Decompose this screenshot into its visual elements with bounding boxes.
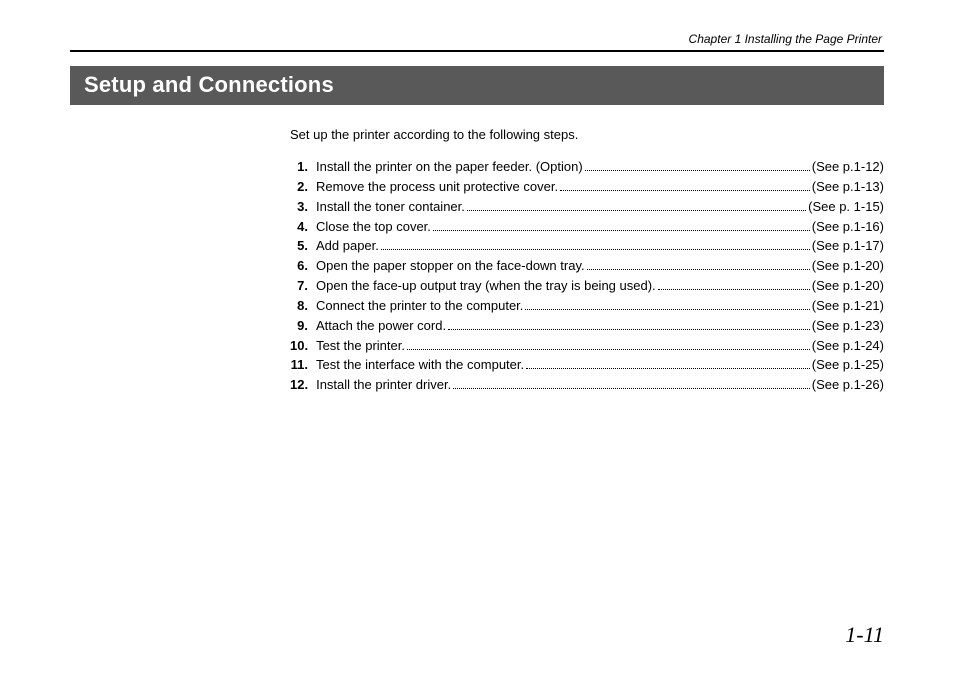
leader-dots <box>433 220 810 230</box>
step-number: 9. <box>290 317 316 336</box>
step-page-ref: (See p.1-20) <box>812 257 884 276</box>
leader-dots <box>467 200 806 210</box>
step-row: 3.Install the toner container. (See p. 1… <box>290 198 884 217</box>
step-body: Remove the process unit protective cover… <box>316 178 884 197</box>
step-text: Remove the process unit protective cover… <box>316 178 558 197</box>
step-body: Open the paper stopper on the face-down … <box>316 257 884 276</box>
step-page-ref: (See p.1-24) <box>812 337 884 356</box>
leader-dots <box>407 339 810 349</box>
step-page-ref: (See p.1-21) <box>812 297 884 316</box>
intro-text: Set up the printer according to the foll… <box>290 127 884 142</box>
step-text: Install the printer driver. <box>316 376 451 395</box>
step-page-ref: (See p.1-25) <box>812 356 884 375</box>
step-row: 7.Open the face-up output tray (when the… <box>290 277 884 296</box>
step-number: 2. <box>290 178 316 197</box>
step-number: 7. <box>290 277 316 296</box>
step-row: 9.Attach the power cord. (See p.1-23) <box>290 317 884 336</box>
step-row: 4.Close the top cover. (See p.1-16) <box>290 218 884 237</box>
step-row: 12.Install the printer driver. (See p.1-… <box>290 376 884 395</box>
step-row: 10.Test the printer. (See p.1-24) <box>290 337 884 356</box>
step-number: 11. <box>290 356 316 375</box>
step-page-ref: (See p.1-12) <box>812 158 884 177</box>
leader-dots <box>526 359 810 369</box>
step-body: Test the interface with the computer. (S… <box>316 356 884 375</box>
step-body: Attach the power cord. (See p.1-23) <box>316 317 884 336</box>
step-text: Open the paper stopper on the face-down … <box>316 257 585 276</box>
step-body: Connect the printer to the computer. (Se… <box>316 297 884 316</box>
steps-list: 1.Install the printer on the paper feede… <box>290 158 884 395</box>
leader-dots <box>587 260 810 270</box>
step-number: 6. <box>290 257 316 276</box>
document-page: Chapter 1 Installing the Page Printer Se… <box>0 0 954 395</box>
leader-dots <box>560 180 810 190</box>
step-body: Close the top cover. (See p.1-16) <box>316 218 884 237</box>
step-text: Install the toner container. <box>316 198 465 217</box>
step-text: Attach the power cord. <box>316 317 446 336</box>
step-text: Close the top cover. <box>316 218 431 237</box>
step-page-ref: (See p.1-16) <box>812 218 884 237</box>
step-number: 1. <box>290 158 316 177</box>
step-text: Open the face-up output tray (when the t… <box>316 277 656 296</box>
step-number: 5. <box>290 237 316 256</box>
step-text: Add paper. <box>316 237 379 256</box>
step-body: Open the face-up output tray (when the t… <box>316 277 884 296</box>
step-row: 11.Test the interface with the computer.… <box>290 356 884 375</box>
step-body: Install the toner container. (See p. 1-1… <box>316 198 884 217</box>
leader-dots <box>381 240 810 250</box>
leader-dots <box>453 379 810 389</box>
step-number: 3. <box>290 198 316 217</box>
step-text: Connect the printer to the computer. <box>316 297 523 316</box>
step-body: Install the printer on the paper feeder.… <box>316 158 884 177</box>
step-page-ref: (See p.1-23) <box>812 317 884 336</box>
step-page-ref: (See p. 1-15) <box>808 198 884 217</box>
step-page-ref: (See p.1-17) <box>812 237 884 256</box>
step-row: 2.Remove the process unit protective cov… <box>290 178 884 197</box>
leader-dots <box>658 280 810 290</box>
step-number: 8. <box>290 297 316 316</box>
step-row: 8.Connect the printer to the computer. (… <box>290 297 884 316</box>
step-body: Install the printer driver. (See p.1-26) <box>316 376 884 395</box>
step-number: 4. <box>290 218 316 237</box>
leader-dots <box>585 161 810 171</box>
step-text: Install the printer on the paper feeder.… <box>316 158 583 177</box>
leader-dots <box>448 319 810 329</box>
step-body: Add paper. (See p.1-17) <box>316 237 884 256</box>
step-page-ref: (See p.1-20) <box>812 277 884 296</box>
step-row: 1.Install the printer on the paper feede… <box>290 158 884 177</box>
step-text: Test the interface with the computer. <box>316 356 524 375</box>
step-number: 12. <box>290 376 316 395</box>
step-row: 5.Add paper. (See p.1-17) <box>290 237 884 256</box>
step-page-ref: (See p.1-26) <box>812 376 884 395</box>
step-number: 10. <box>290 337 316 356</box>
leader-dots <box>525 300 809 310</box>
section-title: Setup and Connections <box>70 66 884 105</box>
chapter-header: Chapter 1 Installing the Page Printer <box>70 32 884 46</box>
step-row: 6.Open the paper stopper on the face-dow… <box>290 257 884 276</box>
header-rule <box>70 50 884 52</box>
step-page-ref: (See p.1-13) <box>812 178 884 197</box>
step-body: Test the printer. (See p.1-24) <box>316 337 884 356</box>
page-number: 1-11 <box>845 622 884 648</box>
step-text: Test the printer. <box>316 337 405 356</box>
